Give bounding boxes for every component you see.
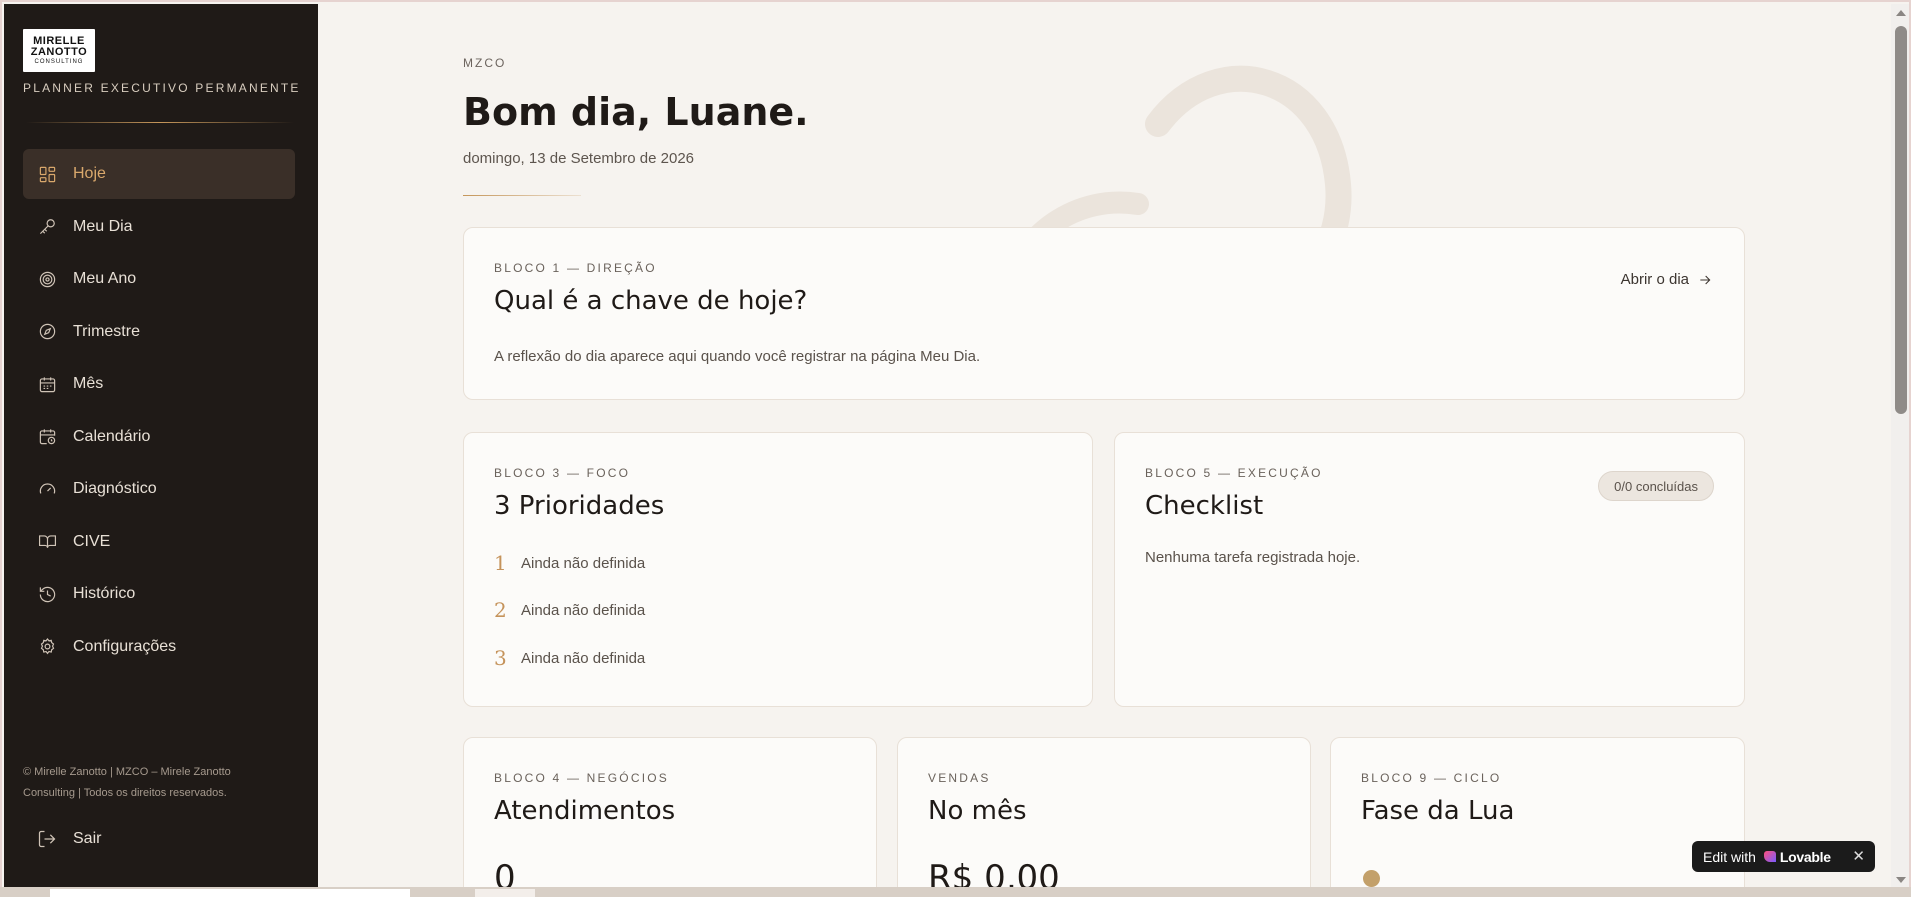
sidebar-item-diagnostico[interactable]: Diagnóstico bbox=[23, 464, 295, 514]
card-title: Fase da Lua bbox=[1361, 796, 1515, 826]
sidebar-item-label: Diagnóstico bbox=[73, 480, 157, 497]
sidebar-item-hoje[interactable]: Hoje bbox=[23, 149, 295, 199]
sidebar-item-historico[interactable]: Histórico bbox=[23, 569, 295, 619]
priority-number: 2 bbox=[494, 598, 507, 622]
priority-item[interactable]: 3 Ainda não definida bbox=[494, 646, 645, 670]
sales-value: R$ 0,00 bbox=[928, 858, 1060, 889]
open-day-label: Abrir o dia bbox=[1620, 271, 1689, 288]
sidebar-item-label: Meu Dia bbox=[73, 217, 133, 235]
logout-label: Sair bbox=[73, 830, 102, 847]
priority-text: Ainda não definida bbox=[521, 649, 646, 667]
sidebar-item-mes[interactable]: Mês bbox=[23, 359, 295, 409]
sidebar-item-label: CIVE bbox=[73, 532, 111, 550]
gear-icon bbox=[37, 637, 57, 657]
priority-item[interactable]: 2 Ainda não definida bbox=[494, 598, 645, 622]
card-kicker: BLOCO 5 — EXECUÇÃO bbox=[1145, 466, 1323, 480]
sidebar-item-calendario[interactable]: Calendário bbox=[23, 412, 295, 462]
card-kicker: VENDAS bbox=[928, 771, 991, 785]
card-title: 3 Prioridades bbox=[494, 491, 665, 521]
lovable-prefix: Edit with bbox=[1703, 848, 1756, 865]
key-icon bbox=[37, 217, 57, 237]
sidebar-item-label: Meu Ano bbox=[73, 270, 137, 287]
direction-card: BLOCO 1 — DIREÇÃO Qual é a chave de hoje… bbox=[463, 227, 1745, 400]
priority-item[interactable]: 1 Ainda não definida bbox=[494, 551, 645, 575]
checklist-card: BLOCO 5 — EXECUÇÃO Checklist 0/0 concluí… bbox=[1114, 432, 1745, 707]
appointments-card: BLOCO 4 — NEGÓCIOS Atendimentos 0 bbox=[463, 737, 877, 889]
app-window: MIRELLE ZANOTTO CONSULTING PLANNER EXECU… bbox=[0, 0, 1911, 897]
priority-text: Ainda não definida bbox=[521, 601, 646, 619]
sidebar-item-trimestre[interactable]: Trimestre bbox=[23, 307, 295, 357]
main-content: MZCO Bom dia, Luane. domingo, 13 de Sete… bbox=[318, 4, 1891, 889]
history-icon bbox=[37, 584, 57, 604]
sidebar-item-cive[interactable]: CIVE bbox=[23, 517, 295, 567]
card-title: Checklist bbox=[1145, 491, 1264, 521]
priority-text: Ainda não definida bbox=[521, 554, 646, 572]
logout-icon bbox=[38, 830, 56, 848]
arrow-right-icon bbox=[1700, 275, 1711, 284]
priority-number: 1 bbox=[494, 551, 507, 575]
close-icon[interactable]: ✕ bbox=[1852, 847, 1865, 865]
logo-line-2: ZANOTTO bbox=[30, 46, 88, 58]
scroll-down-arrow[interactable] bbox=[1896, 877, 1906, 883]
scrollbar-thumb[interactable] bbox=[1895, 26, 1907, 414]
sidebar-item-label: Hoje bbox=[73, 165, 106, 182]
sidebar-item-configuracoes[interactable]: Configurações bbox=[23, 622, 295, 672]
title-divider bbox=[463, 195, 581, 196]
copyright-text: © Mirelle Zanotto | MZCO – Mirele Zanott… bbox=[23, 766, 231, 799]
current-date: domingo, 13 de Setembro de 2026 bbox=[463, 150, 694, 167]
sidebar-nav: Hoje Meu Dia Meu Ano Trimestre Mês Calen… bbox=[23, 149, 295, 674]
checklist-empty-text: Nenhuma tarefa registrada hoje. bbox=[1145, 549, 1361, 566]
calendar-clock-icon bbox=[37, 427, 57, 447]
card-title: Qual é a chave de hoje? bbox=[494, 286, 808, 316]
priorities-card: BLOCO 3 — FOCO 3 Prioridades 1 Ainda não… bbox=[463, 432, 1093, 707]
sidebar: MIRELLE ZANOTTO CONSULTING PLANNER EXECU… bbox=[4, 4, 318, 889]
logo-line-3: CONSULTING bbox=[34, 59, 84, 65]
page-eyebrow: MZCO bbox=[463, 56, 507, 70]
book-icon bbox=[37, 532, 57, 552]
sidebar-item-label: Histórico bbox=[73, 585, 136, 602]
taskbar-item[interactable] bbox=[50, 889, 410, 897]
gauge-icon bbox=[37, 479, 57, 499]
brand-logo[interactable]: MIRELLE ZANOTTO CONSULTING bbox=[23, 29, 95, 72]
card-title: Atendimentos bbox=[494, 796, 676, 826]
status-badge: 0/0 concluídas bbox=[1598, 471, 1714, 501]
card-kicker: BLOCO 9 — CICLO bbox=[1361, 771, 1502, 785]
scroll-up-arrow[interactable] bbox=[1896, 10, 1906, 16]
page-title: Bom dia, Luane. bbox=[463, 90, 809, 134]
vertical-scrollbar[interactable] bbox=[1891, 4, 1909, 889]
card-kicker: BLOCO 1 — DIREÇÃO bbox=[494, 261, 657, 275]
sidebar-item-label: Configurações bbox=[73, 637, 177, 655]
card-kicker: BLOCO 4 — NEGÓCIOS bbox=[494, 771, 669, 785]
logout-button[interactable]: Sair bbox=[37, 829, 101, 849]
moon-phase-icon bbox=[1363, 870, 1380, 887]
moon-phase-card: BLOCO 9 — CICLO Fase da Lua bbox=[1330, 737, 1745, 889]
compass-icon bbox=[37, 322, 57, 342]
priority-number: 3 bbox=[494, 646, 507, 670]
calendar-icon bbox=[37, 374, 57, 394]
grid-icon bbox=[37, 164, 57, 184]
appointments-count: 0 bbox=[494, 858, 516, 889]
sidebar-item-meu-dia[interactable]: Meu Dia bbox=[23, 202, 295, 252]
card-kicker: BLOCO 3 — FOCO bbox=[494, 466, 631, 480]
planner-title: PLANNER EXECUTIVO PERMANENTE bbox=[23, 81, 301, 95]
edit-with-lovable-badge[interactable]: Edit with Lovable ✕ bbox=[1692, 841, 1875, 872]
sidebar-item-label: Mês bbox=[73, 375, 104, 392]
lovable-brand: Lovable bbox=[1779, 848, 1831, 865]
sales-card: VENDAS No mês R$ 0,00 bbox=[897, 737, 1311, 889]
open-day-link[interactable]: Abrir o dia bbox=[1621, 271, 1713, 288]
sidebar-divider bbox=[26, 122, 294, 123]
target-icon bbox=[37, 269, 57, 289]
sidebar-item-meu-ano[interactable]: Meu Ano bbox=[23, 254, 295, 304]
lovable-heart-icon bbox=[1763, 851, 1776, 862]
taskbar-item[interactable] bbox=[475, 889, 535, 897]
direction-reflection-text: A reflexão do dia aparece aqui quando vo… bbox=[494, 348, 981, 365]
bottom-taskbar bbox=[0, 887, 1911, 897]
sidebar-item-label: Calendário bbox=[73, 427, 151, 445]
sidebar-item-label: Trimestre bbox=[73, 322, 140, 340]
card-title: No mês bbox=[928, 796, 1027, 826]
